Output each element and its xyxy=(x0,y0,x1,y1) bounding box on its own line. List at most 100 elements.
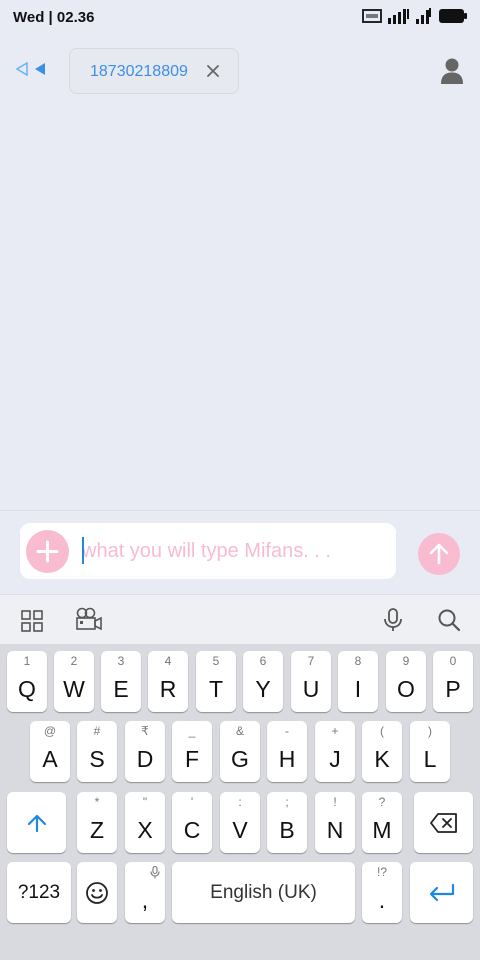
key-label: L xyxy=(423,746,437,772)
key-hint: ₹ xyxy=(141,724,149,738)
key-p[interactable]: 0P xyxy=(433,651,473,712)
comma-key-label: , xyxy=(141,887,149,913)
key-label: B xyxy=(279,817,295,843)
key-i[interactable]: 8I xyxy=(338,651,378,712)
key-label: P xyxy=(445,676,461,702)
key-label: C xyxy=(183,817,201,843)
key-label: I xyxy=(354,676,362,702)
key-hint: 6 xyxy=(259,654,267,668)
arrow-up-icon xyxy=(429,543,449,565)
key-x[interactable]: " X xyxy=(125,792,165,853)
period-key[interactable]: !? . xyxy=(362,862,402,923)
symbols-key-label: ?123 xyxy=(17,881,61,903)
key-t[interactable]: 5T xyxy=(196,651,236,712)
key-b[interactable]: ; B xyxy=(267,792,307,853)
microphone-small-icon xyxy=(150,866,160,879)
key-y[interactable]: 6Y xyxy=(243,651,283,712)
data-signal-icon xyxy=(416,8,431,24)
key-n[interactable]: ! N xyxy=(315,792,355,853)
emoji-key[interactable] xyxy=(77,862,117,923)
key-r[interactable]: 4R xyxy=(148,651,188,712)
key-j[interactable]: + J xyxy=(315,721,355,782)
key-o[interactable]: 9O xyxy=(386,651,426,712)
key-l[interactable]: ) L xyxy=(410,721,450,782)
battery-icon xyxy=(439,9,467,23)
key-label: V xyxy=(232,817,248,843)
key-hint: _ xyxy=(188,724,196,738)
status-time: Wed | 02.36 xyxy=(13,9,95,26)
key-label: U xyxy=(302,676,320,702)
key-c[interactable]: ' C xyxy=(172,792,212,853)
shift-arrow-icon xyxy=(27,814,47,833)
back-button[interactable] xyxy=(16,62,46,76)
recipient-chip[interactable]: 18730218809 xyxy=(69,48,239,94)
key-label: X xyxy=(137,817,153,843)
key-hint: 8 xyxy=(354,654,362,668)
key-d[interactable]: ₹ D xyxy=(125,721,165,782)
notification-icon xyxy=(362,9,382,23)
key-hint: ; xyxy=(285,795,289,809)
key-label: T xyxy=(208,676,224,702)
key-label: J xyxy=(329,746,341,772)
key-m[interactable]: ? M xyxy=(362,792,402,853)
key-e[interactable]: 3E xyxy=(101,651,141,712)
key-hint: ' xyxy=(190,795,194,809)
key-label: O xyxy=(397,676,415,702)
period-key-label: . xyxy=(378,887,386,913)
key-g[interactable]: & G xyxy=(220,721,260,782)
comma-key[interactable]: , xyxy=(125,862,165,923)
back-arrow-outline-icon xyxy=(16,62,28,76)
period-key-hint: !? xyxy=(376,865,387,879)
enter-arrow-icon xyxy=(429,883,455,902)
key-hint: 7 xyxy=(307,654,315,668)
backspace-key[interactable] xyxy=(414,792,473,853)
emoji-icon xyxy=(86,882,108,904)
key-hint: & xyxy=(235,724,244,738)
status-icons xyxy=(362,8,468,24)
backspace-icon xyxy=(430,813,457,833)
recipient-number: 18730218809 xyxy=(90,63,188,80)
key-hint: ( xyxy=(380,724,384,738)
key-v[interactable]: :V xyxy=(220,792,260,853)
microphone-icon[interactable] xyxy=(383,608,403,632)
key-a[interactable]: @ A xyxy=(30,721,70,782)
key-q[interactable]: 1Q xyxy=(7,651,47,712)
key-label: M xyxy=(372,817,392,843)
key-h[interactable]: -H xyxy=(267,721,307,782)
key-z[interactable]: * Z xyxy=(77,792,117,853)
back-arrow-icon xyxy=(35,63,45,75)
apps-grid-icon[interactable] xyxy=(21,610,43,632)
status-bar: Wed | 02.36 xyxy=(0,0,480,36)
plus-icon xyxy=(36,540,59,563)
message-input[interactable] xyxy=(82,538,382,564)
key-label: N xyxy=(326,817,344,843)
search-icon[interactable] xyxy=(437,608,461,632)
key-label: D xyxy=(136,746,154,772)
key-k[interactable]: (K xyxy=(362,721,402,782)
key-label: E xyxy=(113,676,129,702)
text-cursor xyxy=(82,537,84,564)
key-s[interactable]: # S xyxy=(77,721,117,782)
key-u[interactable]: 7U xyxy=(291,651,331,712)
shift-key[interactable] xyxy=(7,792,66,853)
key-f[interactable]: _ F xyxy=(172,721,212,782)
video-camera-icon[interactable] xyxy=(75,607,103,633)
send-button[interactable] xyxy=(418,533,460,575)
key-hint: 2 xyxy=(70,654,78,668)
keyboard-toolbar xyxy=(0,594,480,644)
attach-button[interactable] xyxy=(26,530,69,573)
symbols-key[interactable]: ?123 xyxy=(7,862,71,923)
key-label: Q xyxy=(18,676,36,702)
enter-key[interactable] xyxy=(410,862,473,923)
space-key[interactable]: English (UK) xyxy=(172,862,355,923)
key-hint: 3 xyxy=(117,654,125,668)
contact-icon[interactable] xyxy=(440,57,464,85)
key-w[interactable]: 2W xyxy=(54,651,94,712)
signal-icon xyxy=(388,9,409,24)
key-hint: # xyxy=(93,724,101,738)
key-label: S xyxy=(89,746,105,772)
key-label: R xyxy=(159,676,177,702)
key-hint: : xyxy=(238,795,242,809)
close-icon[interactable] xyxy=(204,62,222,80)
keyboard: 1Q 2W 3E 4R 5T 6Y 7U 8I 9O 0P @ A # S ₹ D _… xyxy=(0,644,480,960)
